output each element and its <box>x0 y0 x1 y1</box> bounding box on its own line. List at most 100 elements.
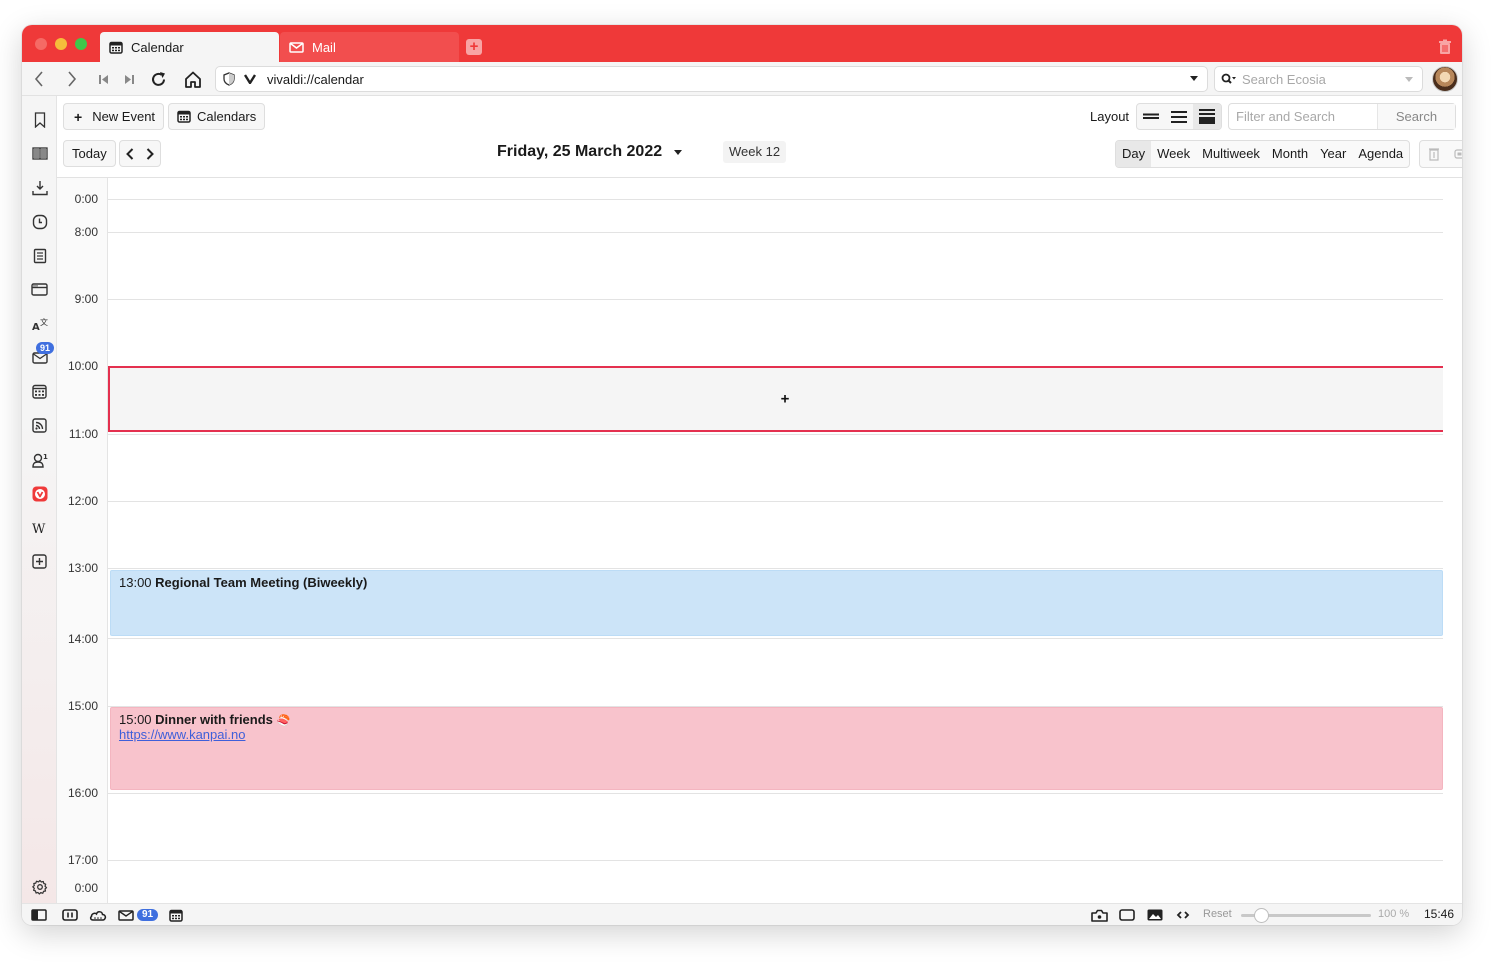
reload-icon <box>151 71 165 86</box>
panel-mail-button[interactable]: 91 <box>31 342 55 366</box>
event-link[interactable]: https://www.kanpai.no <box>119 727 245 742</box>
event-title-line: 13:00 Regional Team Meeting (Biweekly) <box>119 575 1434 590</box>
tab-label: Calendar <box>131 39 184 55</box>
calendars-button[interactable]: Calendars <box>168 103 266 130</box>
minimize-window-button[interactable] <box>55 38 67 50</box>
vivaldi-icon <box>32 486 47 501</box>
close-window-button[interactable] <box>35 38 47 50</box>
panel-calendar-button[interactable] <box>31 383 48 400</box>
panel-window-button[interactable] <box>31 281 48 298</box>
panel-contacts-button[interactable]: 1 <box>31 451 48 468</box>
filter-input[interactable]: Filter and Search <box>1229 104 1378 129</box>
time-label: 10:00 <box>67 359 98 373</box>
search-engine-field[interactable]: Search Ecosia <box>1214 66 1423 92</box>
view-week-button[interactable]: Week <box>1151 141 1196 167</box>
today-button[interactable]: Today <box>63 140 116 167</box>
today-label: Today <box>72 146 107 161</box>
url-field[interactable]: vivaldi://calendar <box>215 66 1208 92</box>
panel-reading-list-button[interactable] <box>31 145 48 162</box>
tab-calendar[interactable]: Calendar <box>100 32 279 62</box>
day-grid: 0:00 8:00 9:00 10:00 11:00 12:00 13:00 1… <box>57 177 1462 903</box>
trash-icon <box>1429 148 1439 161</box>
layout-medium-button[interactable] <box>1165 104 1193 129</box>
search-engine-dropdown[interactable] <box>1405 77 1413 82</box>
view-month-button[interactable]: Month <box>1266 141 1314 167</box>
rss-icon <box>32 418 47 433</box>
toggle-event-button[interactable] <box>1448 141 1462 167</box>
zoom-slider-thumb[interactable] <box>1253 908 1269 923</box>
status-calendar-button[interactable] <box>167 907 185 923</box>
side-panel: A文 91 1 W <box>22 96 57 903</box>
chevron-right-icon[interactable] <box>146 147 154 160</box>
event-title: Regional Team Meeting (Biweekly) <box>155 575 368 590</box>
calendar-icon <box>109 41 123 54</box>
rewind-button[interactable] <box>93 69 113 89</box>
search-placeholder: Search Ecosia <box>1242 72 1326 87</box>
view-multiweek-button[interactable]: Multiweek <box>1196 141 1266 167</box>
chevron-right-icon <box>68 71 77 87</box>
sync-button[interactable] <box>89 907 107 923</box>
capture-button[interactable] <box>1090 907 1108 923</box>
event-dinner-with-friends[interactable]: 15:00 Dinner with friends 🍣 https://www.… <box>110 707 1443 790</box>
layout-compact-button[interactable] <box>1137 104 1165 129</box>
toggle-panel-button[interactable] <box>30 907 48 923</box>
tiling-button[interactable] <box>61 907 79 923</box>
settings-button[interactable] <box>31 878 48 895</box>
calendar-view: + New Event Calendars Layout Filter and … <box>57 96 1462 903</box>
time-label: 11:00 <box>68 427 98 441</box>
hour-line <box>108 232 1462 233</box>
camera-icon <box>1090 909 1108 922</box>
panel-wikipedia-button[interactable]: W <box>31 519 48 536</box>
event-regional-team-meeting[interactable]: 13:00 Regional Team Meeting (Biweekly) <box>110 570 1443 636</box>
images-toggle-button[interactable] <box>1146 907 1164 923</box>
fast-forward-button[interactable] <box>119 69 139 89</box>
reload-button[interactable] <box>148 69 168 89</box>
chevron-left-icon[interactable] <box>126 147 134 160</box>
time-label: 15:00 <box>67 699 98 713</box>
page-actions-button[interactable] <box>1174 907 1192 923</box>
new-event-selection[interactable]: + <box>108 366 1462 432</box>
status-mail-button[interactable] <box>117 907 135 923</box>
add-event-plus-icon[interactable]: + <box>781 391 790 408</box>
view-agenda-button[interactable]: Agenda <box>1352 141 1409 167</box>
panel-bookmarks-button[interactable] <box>31 111 48 128</box>
grid-scrollbar[interactable] <box>1443 178 1462 903</box>
panel-downloads-button[interactable] <box>31 179 48 196</box>
url-dropdown-button[interactable] <box>1190 76 1198 81</box>
date-picker-button[interactable]: Friday, 25 March 2022 <box>497 143 683 161</box>
maximize-window-button[interactable] <box>75 38 87 50</box>
home-button[interactable] <box>183 69 203 89</box>
panel-translate-button[interactable]: A文 <box>31 315 48 332</box>
profile-avatar[interactable] <box>1432 66 1458 92</box>
shield-icon[interactable] <box>223 72 235 86</box>
time-column: 0:00 8:00 9:00 10:00 11:00 12:00 13:00 1… <box>57 178 108 903</box>
panel-vivaldi-button[interactable] <box>31 485 48 502</box>
back-button[interactable] <box>29 69 49 89</box>
delete-event-button[interactable] <box>1420 141 1448 167</box>
tab-mail[interactable]: Mail <box>280 32 459 62</box>
forward-button[interactable] <box>62 69 82 89</box>
contacts-icon: 1 <box>31 453 48 468</box>
layout-expanded-button[interactable] <box>1193 104 1221 129</box>
new-tab-button[interactable]: + <box>466 39 482 55</box>
view-year-button[interactable]: Year <box>1314 141 1352 167</box>
trash-icon[interactable] <box>1438 39 1452 55</box>
event-title-line: 15:00 Dinner with friends 🍣 <box>119 712 1434 727</box>
panel-feeds-button[interactable] <box>31 417 48 434</box>
layout-density-group <box>1136 103 1222 130</box>
page-tiling-button[interactable] <box>1118 907 1136 923</box>
new-event-button[interactable]: + New Event <box>63 103 165 130</box>
panel-history-button[interactable] <box>31 213 48 230</box>
panel-notes-button[interactable] <box>31 247 48 264</box>
medium-lines-icon <box>1171 110 1187 123</box>
hour-line <box>108 860 1462 861</box>
time-label: 13:00 <box>67 561 98 575</box>
zoom-level: 100 % <box>1378 908 1410 920</box>
zoom-slider[interactable] <box>1241 908 1371 923</box>
panel-add-button[interactable] <box>31 553 48 570</box>
zoom-reset-button[interactable]: Reset <box>1203 908 1232 920</box>
tab-label: Mail <box>312 39 336 55</box>
search-button[interactable]: Search <box>1378 104 1455 129</box>
gear-icon <box>31 879 47 895</box>
view-day-button[interactable]: Day <box>1116 141 1152 167</box>
